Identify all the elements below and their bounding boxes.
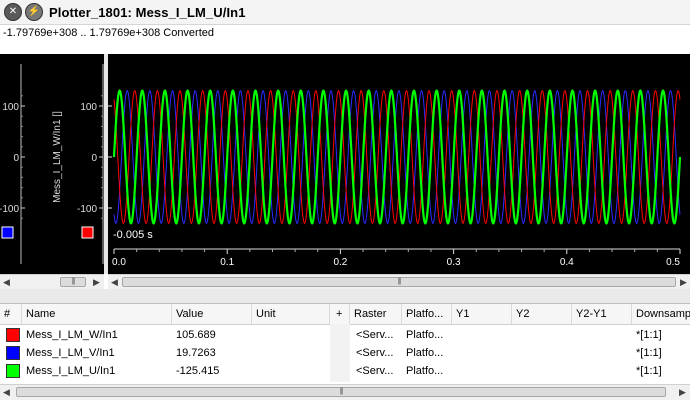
signal-raster: <Serv...: [356, 329, 394, 341]
chevron-left-icon[interactable]: ◀: [108, 275, 121, 289]
x-tick-label: 0.0: [112, 257, 126, 268]
signal-raster: <Serv...: [356, 365, 394, 377]
signal-value: 105.689: [176, 329, 216, 341]
chevron-right-icon[interactable]: ▶: [676, 385, 689, 399]
signal-y1: [452, 344, 512, 362]
waveform-chart[interactable]: -0.005 s 0.0 0.1 0.2 0.3 0.4 0.5: [108, 54, 690, 274]
cursor-time-label: -0.005 s: [113, 229, 153, 241]
table-row[interactable]: Mess_I_LM_U/In1 -125.415 <Serv... Platfo…: [0, 362, 690, 380]
signal-table: # Name Value Unit + Raster Platfo... Y1 …: [0, 303, 690, 382]
signal-y2: [512, 362, 572, 380]
signal-y2: [512, 344, 572, 362]
column-header[interactable]: Value: [172, 304, 252, 324]
y-tick-label: 0: [13, 153, 19, 164]
grip-icon: |||: [71, 278, 76, 285]
table-row[interactable]: Mess_I_LM_V/In1 19.7263 <Serv... Platfo.…: [0, 344, 690, 362]
left-axis-panel: 100 0 -100 100 0 -100 Mess_I_LM_W/In1 []: [0, 64, 104, 264]
scroll-thumb[interactable]: |||: [16, 387, 666, 397]
scroll-thumb[interactable]: |||: [60, 277, 86, 287]
series-line-mess-i-lm-u-in1: [112, 89, 682, 225]
info-icon[interactable]: ⚡: [25, 3, 43, 21]
color-swatch[interactable]: [6, 346, 20, 360]
table-row[interactable]: Mess_I_LM_W/In1 105.689 <Serv... Platfo.…: [0, 326, 690, 344]
signal-unit: [252, 344, 330, 362]
signal-platform: Platfo...: [406, 347, 444, 359]
signal-platform: Platfo...: [406, 365, 444, 377]
signal-unit: [252, 362, 330, 380]
signal-downsample: *[1:1]: [636, 365, 662, 377]
chevron-right-icon[interactable]: ▶: [90, 275, 103, 289]
y-tick-label: -100: [0, 204, 19, 215]
x-tick-label: 0.3: [447, 257, 461, 268]
signal-value: 19.7263: [176, 347, 216, 359]
splitter[interactable]: [0, 289, 690, 303]
y-tick-label: 0: [91, 153, 97, 164]
signal-y1: [452, 362, 512, 380]
signal-y2: [512, 326, 572, 344]
x-tick-label: 0.5: [666, 257, 680, 268]
y-tick-label: -100: [77, 204, 97, 215]
signal-unit: [252, 326, 330, 344]
grip-icon: |||: [397, 278, 402, 285]
window-titlebar: ✕ ⚡ Plotter_1801: Mess_I_LM_U/In1: [0, 0, 690, 25]
signal-value: -125.415: [176, 365, 220, 377]
column-header[interactable]: +: [330, 304, 350, 324]
signal-name: Mess_I_LM_V/In1: [26, 347, 115, 359]
y-tick-label: 100: [80, 102, 97, 113]
column-header[interactable]: Unit: [252, 304, 330, 324]
y-tick-label: 100: [2, 102, 19, 113]
signal-y2-y1: [572, 326, 632, 344]
series-w-marker[interactable]: [81, 226, 94, 239]
signal-name: Mess_I_LM_W/In1: [26, 329, 118, 341]
x-tick-label: 0.1: [220, 257, 234, 268]
range-status: -1.79769e+308 .. 1.79769e+308 Converted: [0, 25, 690, 42]
left-scrollbar[interactable]: ◀ ||| ▶: [0, 274, 104, 289]
plot-area[interactable]: 100 0 -100 100 0 -100 Mess_I_LM_W/In1 [] -0.0…: [0, 54, 690, 274]
chevron-left-icon[interactable]: ◀: [0, 275, 13, 289]
signal-raster: <Serv...: [356, 347, 394, 359]
color-swatch[interactable]: [6, 328, 20, 342]
table-header: # Name Value Unit + Raster Platfo... Y1 …: [0, 304, 690, 325]
signal-y1: [452, 326, 512, 344]
color-swatch[interactable]: [6, 364, 20, 378]
column-header[interactable]: Y2: [512, 304, 572, 324]
chevron-right-icon[interactable]: ▶: [677, 275, 690, 289]
signal-downsample: *[1:1]: [636, 347, 662, 359]
column-header[interactable]: Raster: [350, 304, 402, 324]
table-scrollbar[interactable]: ◀ ||| ▶: [0, 384, 690, 400]
chart-scrollbar[interactable]: ◀ ||| ▶: [108, 274, 690, 289]
toolbar-spacer: [0, 42, 690, 54]
signal-downsample: *[1:1]: [636, 329, 662, 341]
column-header[interactable]: #: [0, 304, 22, 324]
signal-name: Mess_I_LM_U/In1: [26, 365, 116, 377]
scroll-thumb[interactable]: |||: [122, 277, 676, 287]
window-title: Plotter_1801: Mess_I_LM_U/In1: [49, 4, 246, 20]
column-header[interactable]: Name: [22, 304, 172, 324]
series-v-marker[interactable]: [1, 226, 14, 239]
grip-icon: |||: [339, 388, 344, 395]
signal-platform: Platfo...: [406, 329, 444, 341]
column-header[interactable]: Y2-Y1: [572, 304, 632, 324]
close-icon[interactable]: ✕: [4, 3, 22, 21]
signal-y2-y1: [572, 344, 632, 362]
y-axis-label: Mess_I_LM_W/In1 []: [52, 111, 63, 203]
x-tick-label: 0.4: [560, 257, 574, 268]
signal-y2-y1: [572, 362, 632, 380]
chevron-left-icon[interactable]: ◀: [0, 385, 13, 399]
column-header[interactable]: Downsamp: [632, 304, 690, 324]
column-header[interactable]: Platfo...: [402, 304, 452, 324]
x-tick-label: 0.2: [333, 257, 347, 268]
column-header[interactable]: Y1: [452, 304, 512, 324]
